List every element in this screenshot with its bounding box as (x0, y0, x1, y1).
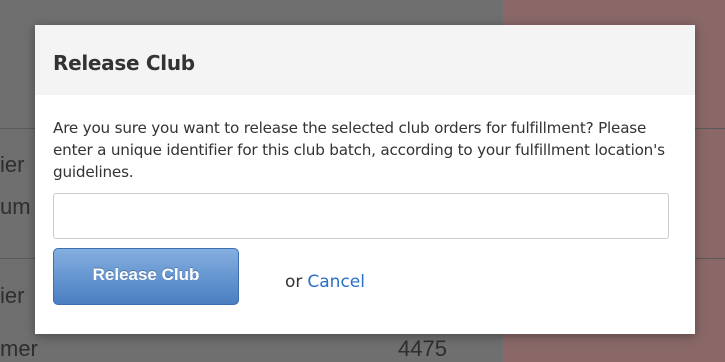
dialog-header: Release Club (35, 25, 695, 95)
background-label-fragment: um (0, 194, 31, 219)
background-label-fragment: mer (0, 336, 38, 361)
release-club-dialog: Release Club Are you sure you want to re… (35, 25, 695, 334)
release-club-button[interactable]: Release Club (53, 248, 239, 305)
background-label-fragment: ier (0, 283, 25, 308)
background-label-fragment: ier (0, 152, 25, 177)
cancel-link[interactable]: Cancel (307, 272, 365, 292)
dialog-message: Are you sure you want to release the sel… (53, 119, 665, 181)
background-value-fragment: 4475 (398, 336, 447, 361)
dialog-body: Are you sure you want to release the sel… (35, 95, 695, 305)
dialog-actions: Release Club or Cancel (53, 248, 677, 305)
club-batch-identifier-input[interactable] (53, 193, 669, 239)
dialog-title: Release Club (53, 51, 195, 75)
or-text: or (285, 271, 303, 292)
